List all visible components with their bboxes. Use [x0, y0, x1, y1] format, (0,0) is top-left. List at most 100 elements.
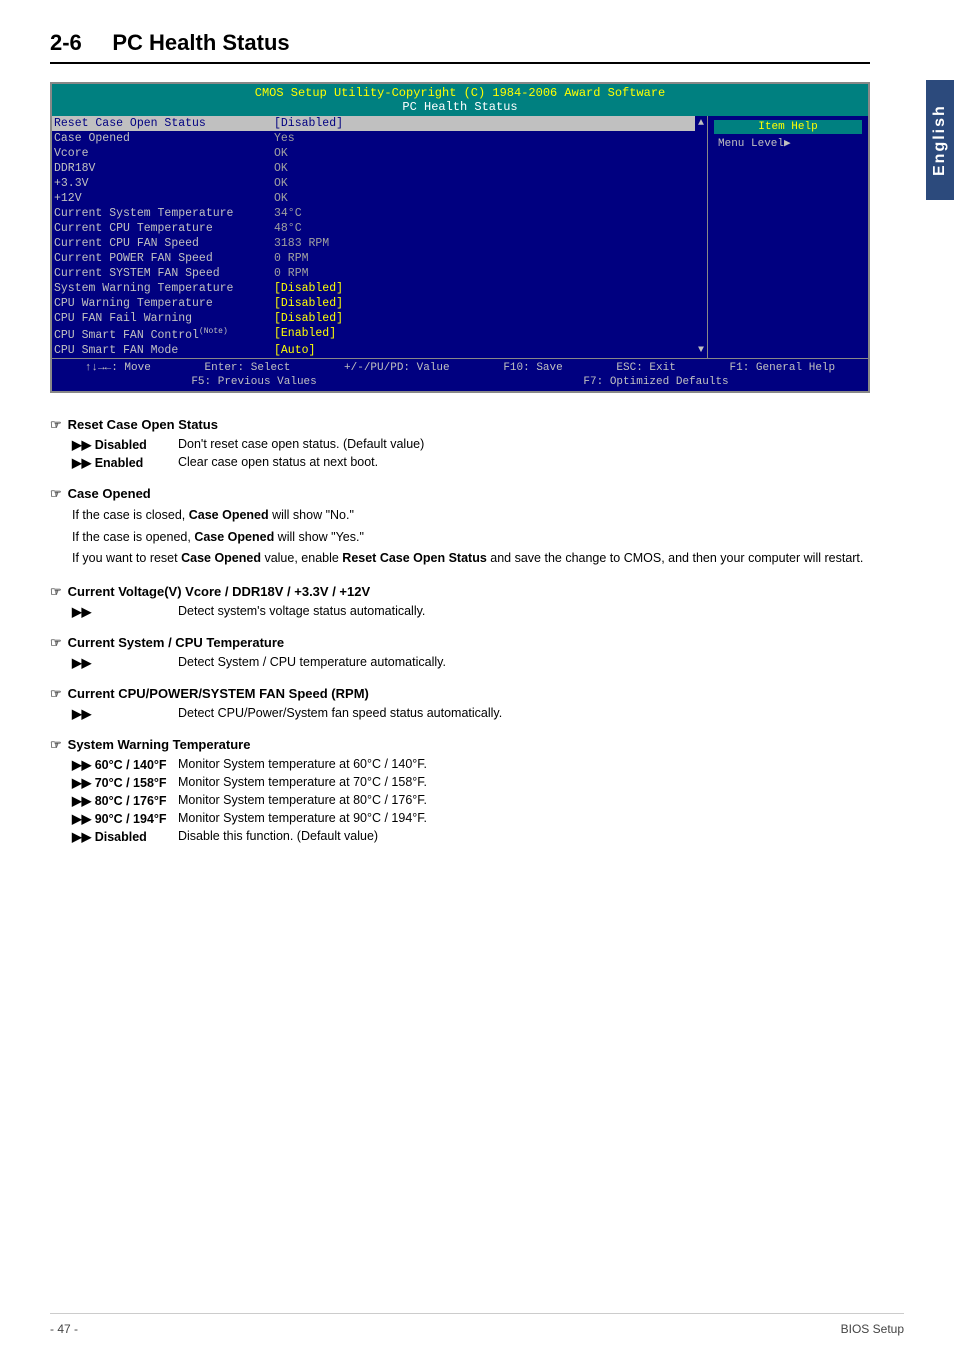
desc-title-text: System Warning Temperature — [68, 737, 251, 752]
bios-header: CMOS Setup Utility-Copyright (C) 1984-20… — [52, 84, 868, 116]
bios-row-value: 0 RPM — [274, 252, 693, 265]
bios-row: CPU Warning Temperature[Disabled] — [52, 296, 695, 311]
desc-title: ☞ Current Voltage(V) Vcore / DDR18V / +3.… — [50, 584, 870, 600]
bios-row: VcoreOK — [52, 146, 695, 161]
bios-row-value: 48°C — [274, 222, 693, 235]
bios-row: CPU FAN Fail Warning[Disabled] — [52, 311, 695, 326]
bios-row: Case OpenedYes — [52, 131, 695, 146]
desc-title: ☞ System Warning Temperature — [50, 737, 870, 753]
item-help-title: Item Help — [714, 120, 862, 134]
footer-item: Enter: Select — [205, 362, 291, 374]
bios-row-label: +3.3V — [54, 177, 274, 190]
bios-header-line2: PC Health Status — [52, 100, 868, 114]
bios-row-label: +12V — [54, 192, 274, 205]
bios-row-label: CPU Smart FAN Control(Note) — [54, 327, 274, 342]
desc-title-text: Current System / CPU Temperature — [68, 635, 285, 650]
side-tab-label: English — [931, 104, 949, 176]
bios-row-value: [Enabled] — [274, 327, 693, 342]
desc-bullet: ▶▶ — [72, 655, 172, 670]
desc-item-text: Detect system's voltage status automatic… — [178, 604, 870, 619]
scroll-down-icon[interactable]: ▼ — [698, 345, 704, 356]
bios-setup-label: BIOS Setup — [841, 1322, 904, 1336]
bios-row-value: [Disabled] — [274, 312, 693, 325]
desc-para: If you want to reset Case Opened value, … — [72, 549, 870, 568]
bios-scrollbar[interactable]: ▲ ▼ — [695, 116, 707, 358]
bios-row-value: [Auto] — [274, 344, 693, 357]
desc-section-reset-case: ☞Reset Case Open Status▶▶ DisabledDon't … — [50, 417, 870, 470]
bios-row-value: OK — [274, 177, 693, 190]
footer-item: F7: Optimized Defaults — [583, 376, 728, 388]
bios-row: CPU Smart FAN Control(Note)[Enabled] — [52, 326, 695, 343]
desc-title: ☞Reset Case Open Status — [50, 417, 870, 433]
desc-body: ▶▶Detect CPU/Power/System fan speed stat… — [72, 706, 870, 721]
bios-row: +3.3VOK — [52, 176, 695, 191]
desc-item-text: Monitor System temperature at 60°C / 140… — [178, 757, 870, 772]
bios-row-value: 34°C — [274, 207, 693, 220]
bios-footer: ↑↓→←: MoveEnter: Select+/-/PU/PD: ValueF… — [52, 358, 868, 391]
bios-row-value: OK — [274, 192, 693, 205]
section-number: 2-6 — [50, 30, 82, 55]
section-title: 2-6 PC Health Status — [50, 30, 870, 64]
desc-item-text: Monitor System temperature at 90°C / 194… — [178, 811, 870, 826]
desc-bullet: ▶▶ 80°C / 176°F — [72, 793, 172, 808]
desc-bullet: ▶▶ 60°C / 140°F — [72, 757, 172, 772]
desc-bullet: ▶▶ 90°C / 194°F — [72, 811, 172, 826]
bios-row-value: 0 RPM — [274, 267, 693, 280]
bios-row: Current CPU Temperature48°C — [52, 221, 695, 236]
desc-item-text: Clear case open status at next boot. — [178, 455, 870, 470]
bios-row: Current SYSTEM FAN Speed0 RPM — [52, 266, 695, 281]
bios-row-value: OK — [274, 162, 693, 175]
bios-row-label: DDR18V — [54, 162, 274, 175]
desc-item: ▶▶ Detect System / CPU temperature automa… — [72, 655, 870, 670]
description-container: ☞Reset Case Open Status▶▶ DisabledDon't … — [50, 417, 870, 844]
bios-row: Current CPU FAN Speed3183 RPM — [52, 236, 695, 251]
bios-row: Reset Case Open Status[Disabled] — [52, 116, 695, 131]
bios-row-label: Current CPU Temperature — [54, 222, 274, 235]
bios-row-label: CPU Smart FAN Mode — [54, 344, 274, 357]
bios-screenshot: CMOS Setup Utility-Copyright (C) 1984-20… — [50, 82, 870, 393]
desc-bullet: ▶▶ Enabled — [72, 455, 172, 470]
desc-title: ☞Case Opened — [50, 486, 870, 502]
desc-title: ☞ Current CPU/POWER/SYSTEM FAN Speed (RPM… — [50, 686, 870, 702]
section-arrow-icon: ☞ — [50, 635, 62, 651]
desc-item: ▶▶ Enabled Clear case open status at next… — [72, 455, 870, 470]
desc-body: If the case is closed, Case Opened will … — [72, 506, 870, 568]
side-tab: English — [926, 80, 954, 200]
desc-item: ▶▶ 90°C / 194°F Monitor System temperatur… — [72, 811, 870, 826]
bios-footer-row2: F5: Previous ValuesF7: Optimized Default… — [58, 376, 862, 388]
bios-row: +12VOK — [52, 191, 695, 206]
bios-row-label: CPU Warning Temperature — [54, 297, 274, 310]
desc-body: ▶▶ Detect System / CPU temperature automa… — [72, 655, 870, 670]
section-arrow-icon: ☞ — [50, 686, 62, 702]
desc-title-text: Case Opened — [68, 486, 151, 501]
desc-item: ▶▶ 80°C / 176°F Monitor System temperatur… — [72, 793, 870, 808]
bios-row-label: Current CPU FAN Speed — [54, 237, 274, 250]
desc-para: If the case is closed, Case Opened will … — [72, 506, 870, 525]
desc-item-text: Monitor System temperature at 80°C / 176… — [178, 793, 870, 808]
bios-row-label: System Warning Temperature — [54, 282, 274, 295]
desc-item: ▶▶ 60°C / 140°F Monitor System temperatur… — [72, 757, 870, 772]
section-arrow-icon: ☞ — [50, 737, 62, 753]
desc-section-temp: ☞ Current System / CPU Temperature ▶▶ Detec… — [50, 635, 870, 670]
desc-title: ☞ Current System / CPU Temperature — [50, 635, 870, 651]
desc-section-voltage: ☞ Current Voltage(V) Vcore / DDR18V / +3.… — [50, 584, 870, 619]
desc-section-fan-speed: ☞ Current CPU/POWER/SYSTEM FAN Speed (RPM… — [50, 686, 870, 721]
page-number: - 47 - — [50, 1322, 78, 1336]
bios-row-label: Reset Case Open Status — [54, 117, 274, 130]
bios-row-label: Current SYSTEM FAN Speed — [54, 267, 274, 280]
desc-title-text: Current CPU/POWER/SYSTEM FAN Speed (RPM) — [68, 686, 369, 701]
section-name: PC Health Status — [112, 30, 289, 55]
bios-right-panel: Item Help Menu Level▶ — [708, 116, 868, 358]
bios-footer-row1: ↑↓→←: MoveEnter: Select+/-/PU/PD: ValueF… — [58, 362, 862, 374]
scroll-up-icon[interactable]: ▲ — [698, 118, 704, 129]
footer-item: +/-/PU/PD: Value — [344, 362, 450, 374]
desc-item: ▶▶Detect CPU/Power/System fan speed stat… — [72, 706, 870, 721]
desc-bullet: ▶▶ — [72, 706, 172, 721]
desc-item-text: Detect System / CPU temperature automati… — [178, 655, 870, 670]
bios-row-value: Yes — [274, 132, 693, 145]
desc-item-text: Disable this function. (Default value) — [178, 829, 870, 844]
section-arrow-icon: ☞ — [50, 584, 62, 600]
desc-title-text: Current Voltage(V) Vcore / DDR18V / +3.3… — [68, 584, 370, 599]
bios-header-line1: CMOS Setup Utility-Copyright (C) 1984-20… — [52, 86, 868, 100]
bios-row-value: [Disabled] — [274, 117, 693, 130]
